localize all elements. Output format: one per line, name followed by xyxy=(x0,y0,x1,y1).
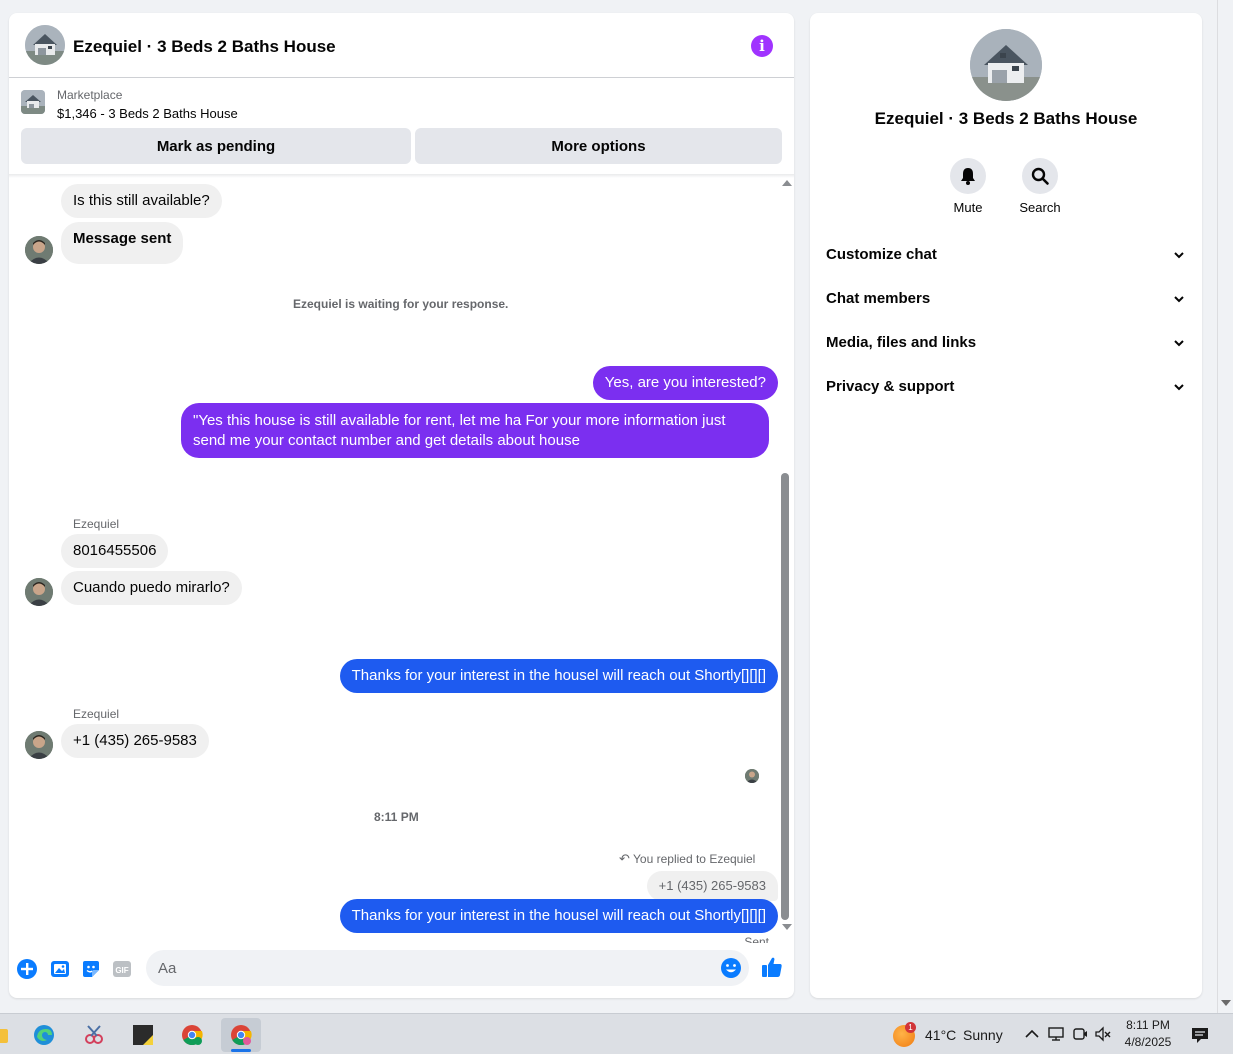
message-bubble-incoming[interactable]: Is this still available? xyxy=(61,184,222,218)
listing-avatar[interactable] xyxy=(25,25,65,65)
bell-icon xyxy=(950,158,986,194)
sender-name: Ezequiel xyxy=(73,517,120,531)
reply-icon: ↶ xyxy=(619,851,630,866)
gif-icon[interactable]: GIF xyxy=(111,958,133,980)
edge-browser-icon[interactable] xyxy=(24,1018,64,1052)
plus-icon[interactable] xyxy=(16,958,38,980)
section-chat-members[interactable]: Chat members xyxy=(818,279,1194,319)
message-timestamp: 8:11 PM xyxy=(374,810,419,824)
section-customize-chat[interactable]: Customize chat xyxy=(818,235,1194,275)
message-bubble-incoming[interactable]: Cuando puedo mirarlo? xyxy=(61,571,242,605)
section-privacy-support[interactable]: Privacy & support xyxy=(818,367,1194,407)
section-label: Chat members xyxy=(826,290,931,307)
scroll-up-arrow[interactable] xyxy=(782,180,792,186)
sender-avatar[interactable] xyxy=(25,578,53,606)
message-line: "Yes this house is still available for r… xyxy=(193,412,726,429)
search-label: Search xyxy=(1019,200,1061,215)
system-clock[interactable]: 8:11 PM 4/8/2025 xyxy=(1118,1017,1178,1051)
clock-date: 4/8/2025 xyxy=(1124,1035,1172,1049)
camera-icon[interactable] xyxy=(1071,1025,1089,1043)
snipping-tool-icon[interactable] xyxy=(74,1018,114,1052)
window-scrollbar[interactable] xyxy=(1217,0,1233,1013)
conversation-info-panel: Ezequiel · 3 Beds 2 Baths House Mute Sea… xyxy=(810,13,1202,998)
search-button[interactable]: Search xyxy=(1010,158,1070,215)
profile-title: Ezequiel · 3 Beds 2 Baths House xyxy=(874,109,1138,128)
message-input[interactable] xyxy=(158,950,708,986)
sender-avatar[interactable] xyxy=(25,236,53,264)
message-scrollbar[interactable] xyxy=(781,178,792,938)
weather-badge: 1 xyxy=(905,1022,916,1033)
sender-name: Ezequiel xyxy=(73,707,120,721)
message-status: Sent xyxy=(744,935,769,943)
message-bubble-outgoing[interactable]: "Yes this house is still available for r… xyxy=(181,403,769,458)
reply-note: ↶ You replied to Ezequiel xyxy=(619,851,755,867)
listing-thumbnail[interactable] xyxy=(21,90,45,114)
chevron-up-icon[interactable] xyxy=(1023,1025,1041,1043)
section-label: Media, files and links xyxy=(826,334,977,351)
message-bubble-outgoing[interactable]: Thanks for your interest in the housel w… xyxy=(339,659,778,693)
chevron-down-icon xyxy=(1173,249,1185,261)
chrome-icon[interactable] xyxy=(172,1018,212,1052)
sender-avatar[interactable] xyxy=(25,731,53,759)
reply-note-text: You replied to Ezequiel xyxy=(633,852,756,866)
chevron-down-icon xyxy=(1173,293,1185,305)
search-icon xyxy=(1022,158,1058,194)
file-explorer-icon[interactable] xyxy=(0,1018,18,1052)
sticker-icon[interactable] xyxy=(80,958,102,980)
more-options-button[interactable]: More options xyxy=(415,128,782,164)
taskbar: 1 41°C Sunny 8:11 PM 4/8/2025 xyxy=(0,1013,1233,1054)
sticky-notes-icon[interactable] xyxy=(123,1018,163,1052)
weather-temperature: 41°C xyxy=(925,1027,957,1043)
network-icon[interactable] xyxy=(1047,1025,1065,1043)
mute-button[interactable]: Mute xyxy=(938,158,998,215)
clock-time: 8:11 PM xyxy=(1126,1018,1170,1032)
profile-avatar[interactable] xyxy=(970,29,1042,101)
section-label: Customize chat xyxy=(826,246,937,263)
chevron-down-icon xyxy=(1173,337,1185,349)
message-input-container xyxy=(146,950,749,986)
emoji-icon[interactable] xyxy=(720,957,742,979)
mute-label: Mute xyxy=(953,200,983,215)
mark-as-pending-button[interactable]: Mark as pending xyxy=(21,128,411,164)
chat-header: Ezequiel · 3 Beds 2 Baths House i xyxy=(9,13,794,78)
message-bubble-incoming[interactable]: Message sent xyxy=(61,222,184,264)
listing-title[interactable]: $1,346 - 3 Beds 2 Baths House xyxy=(57,106,238,121)
chat-title[interactable]: Ezequiel · 3 Beds 2 Baths House xyxy=(73,37,336,57)
chrome-profile-icon[interactable] xyxy=(221,1018,261,1052)
marketplace-label: Marketplace xyxy=(57,88,123,102)
chevron-down-icon xyxy=(1173,381,1185,393)
weather-condition: Sunny xyxy=(963,1027,1003,1043)
scroll-thumb[interactable] xyxy=(781,473,789,920)
svg-text:GIF: GIF xyxy=(115,966,128,975)
waiting-notice: Ezequiel is waiting for your response. xyxy=(293,297,509,311)
composer-bar: GIF xyxy=(9,945,794,993)
scroll-down-arrow[interactable] xyxy=(782,924,792,930)
section-media-files-links[interactable]: Media, files and links xyxy=(818,323,1194,363)
message-bubble-incoming[interactable]: 8016455506 xyxy=(61,534,169,568)
info-icon[interactable]: i xyxy=(751,35,773,57)
notification-center-icon[interactable] xyxy=(1189,1024,1211,1046)
message-bubble-outgoing[interactable]: Yes, are you interested? xyxy=(592,366,778,400)
thumbs-up-icon[interactable] xyxy=(760,955,784,979)
message-bubble-incoming[interactable]: +1 (435) 265-9583 xyxy=(61,724,209,758)
marketplace-listing-bar: Marketplace $1,346 - 3 Beds 2 Baths Hous… xyxy=(9,79,794,175)
section-label: Privacy & support xyxy=(826,378,955,395)
read-receipt-avatar xyxy=(745,769,759,783)
photo-icon[interactable] xyxy=(49,958,71,980)
quoted-message[interactable]: +1 (435) 265-9583 xyxy=(646,871,778,901)
scroll-down-arrow[interactable] xyxy=(1221,1000,1231,1006)
message-list[interactable]: Is this still available? Message sent Ez… xyxy=(9,178,779,943)
speaker-muted-icon[interactable] xyxy=(1094,1025,1112,1043)
message-line: send me your contact number and get deta… xyxy=(193,432,580,449)
chat-panel: Ezequiel · 3 Beds 2 Baths House i Market… xyxy=(9,13,794,998)
message-bubble-outgoing[interactable]: Thanks for your interest in the housel w… xyxy=(339,899,778,933)
